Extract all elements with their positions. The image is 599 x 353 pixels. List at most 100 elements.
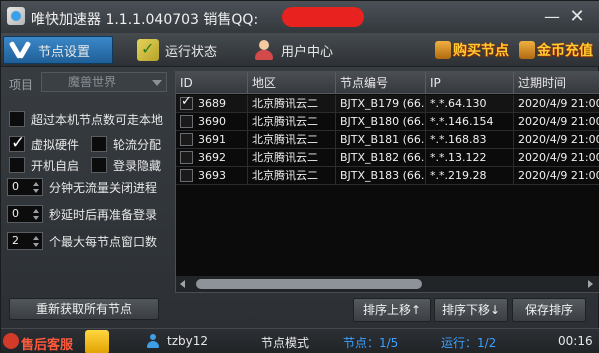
delay-login-value[interactable]: 0: [12, 207, 19, 220]
checkbox-box-checked[interactable]: [9, 133, 25, 153]
spin-down-icon[interactable]: [33, 189, 39, 193]
recharge-coins-button[interactable]: 金币充值: [519, 36, 599, 64]
cell-expiry: 2020/4/9 21:00: [514, 149, 599, 167]
table-row[interactable]: 3692 北京腾讯云二 BJTX_B182 (66... *.*.13.122 …: [176, 149, 599, 167]
table-row[interactable]: 3691 北京腾讯云二 BJTX_B181 (66... *.*.168.83 …: [176, 131, 599, 149]
user-icon: [253, 39, 275, 61]
tab-run-status-label: 运行状态: [165, 44, 218, 60]
title-bar[interactable]: 唯快加速器 1.1.1.040703 销售QQ: — ✕: [1, 1, 599, 33]
checkbox-box[interactable]: [9, 111, 25, 127]
delay-login-label: 秒延时后再准备登录: [49, 207, 158, 222]
scroll-left-icon[interactable]: [180, 280, 185, 288]
column-header-region[interactable]: 地区: [248, 72, 336, 94]
idle-close-value[interactable]: 0: [12, 180, 19, 193]
tab-node-settings[interactable]: 节点设置: [3, 36, 113, 64]
max-windows-value[interactable]: 2: [12, 234, 19, 247]
table-row[interactable]: 3689 北京腾讯云二 BJTX_B179 (66... *.*.64.130 …: [176, 94, 599, 113]
node-count: 节点：1/5: [343, 336, 399, 350]
cell-node: BJTX_B180 (66...: [336, 113, 426, 131]
checkbox-box[interactable]: [91, 157, 107, 173]
cell-id: 3692: [176, 149, 248, 167]
spin-up-icon[interactable]: [33, 236, 39, 240]
exceed-local-checkbox[interactable]: 超过本机节点数可走本地: [9, 110, 163, 128]
round-robin-label: 轮流分配: [113, 137, 162, 152]
minimize-button[interactable]: —: [542, 7, 562, 27]
table-body: 3689 北京腾讯云二 BJTX_B179 (66... *.*.64.130 …: [176, 94, 599, 185]
move-down-button[interactable]: 排序下移↓: [434, 298, 508, 322]
auto-start-checkbox[interactable]: 开机自启: [9, 156, 79, 174]
spin-down-icon[interactable]: [33, 216, 39, 220]
cell-ip: *.*.168.83: [426, 131, 514, 149]
save-order-button[interactable]: 保存排序: [512, 298, 586, 322]
idle-close-row: 0 分钟无流量关闭进程: [7, 178, 157, 196]
tools-icon: [10, 39, 32, 61]
cell-node: BJTX_B183 (66...: [336, 167, 426, 185]
checkbox-box[interactable]: [91, 136, 107, 152]
status-bar: 售后客服 tzby12 节点模式 节点：1/5 运行：1/2 00:16: [1, 328, 599, 353]
cell-region: 北京腾讯云二: [248, 113, 336, 131]
shop-icon: [435, 41, 451, 59]
tab-user-center[interactable]: 用户中心: [247, 36, 357, 64]
column-header-expiry[interactable]: 过期时间: [514, 72, 599, 94]
table-header: ID 地区 节点编号 IP 过期时间: [176, 72, 599, 94]
buy-nodes-button[interactable]: 购买节点: [435, 36, 517, 64]
spin-up-icon[interactable]: [33, 209, 39, 213]
cell-ip: *.*.146.154: [426, 113, 514, 131]
close-button[interactable]: ✕: [567, 7, 587, 27]
spin-up-icon[interactable]: [33, 182, 39, 186]
table-row[interactable]: 3690 北京腾讯云二 BJTX_B180 (66... *.*.146.154…: [176, 113, 599, 131]
tab-user-center-label: 用户中心: [281, 44, 334, 60]
cell-id: 3691: [176, 131, 248, 149]
window-title: 唯快加速器 1.1.1.040703 销售QQ:: [31, 12, 259, 28]
elapsed-time: 00:16: [558, 334, 593, 348]
coin-icon: [519, 41, 535, 59]
idle-close-spinner[interactable]: 0: [7, 178, 43, 196]
virtual-hardware-checkbox[interactable]: 虚拟硬件: [9, 133, 80, 153]
login-hide-label: 登录隐藏: [113, 158, 162, 173]
cell-region: 北京腾讯云二: [248, 167, 336, 185]
cell-id: 3689: [176, 95, 248, 113]
cell-expiry: 2020/4/9 21:00: [514, 113, 599, 131]
column-header-node[interactable]: 节点编号: [336, 72, 426, 94]
idle-close-label: 分钟无流量关闭进程: [49, 180, 158, 195]
cell-expiry: 2020/4/9 21:00: [514, 95, 599, 113]
project-select[interactable]: 魔兽世界: [41, 72, 167, 92]
checkbox-box[interactable]: [9, 157, 25, 173]
table-row[interactable]: 3693 北京腾讯云二 BJTX_B183 (66... *.*.219.28 …: [176, 167, 599, 185]
horizontal-scrollbar[interactable]: [176, 276, 599, 292]
user-icon: [147, 334, 159, 348]
cell-ip: *.*.219.28: [426, 167, 514, 185]
max-windows-row: 2 个最大每节点窗口数: [7, 232, 157, 250]
settings-panel: 项目 魔兽世界 超过本机节点数可走本地 虚拟硬件 轮流分配 开机自启 登录隐藏: [1, 68, 173, 326]
buy-nodes-label: 购买节点: [453, 43, 509, 59]
round-robin-checkbox[interactable]: 轮流分配: [91, 135, 161, 153]
tab-run-status[interactable]: 运行状态: [131, 36, 241, 64]
spin-down-icon[interactable]: [33, 243, 39, 247]
chevron-down-icon: [152, 80, 162, 86]
cell-region: 北京腾讯云二: [248, 95, 336, 113]
delay-login-spinner[interactable]: 0: [7, 205, 43, 223]
status-check-icon: [137, 39, 159, 61]
refresh-all-nodes-button[interactable]: 重新获取所有节点: [9, 298, 159, 320]
exceed-local-label: 超过本机节点数可走本地: [31, 112, 164, 127]
tab-node-settings-label: 节点设置: [38, 44, 91, 60]
main-toolbar: 节点设置 运行状态 用户中心 购买节点 金币充值: [1, 33, 599, 67]
column-header-ip[interactable]: IP: [426, 72, 514, 94]
cell-id: 3693: [176, 167, 248, 185]
cell-ip: *.*.64.130: [426, 95, 514, 113]
cell-ip: *.*.13.122: [426, 149, 514, 167]
max-windows-spinner[interactable]: 2: [7, 232, 43, 250]
cell-expiry: 2020/4/9 21:00: [514, 131, 599, 149]
virtual-hardware-label: 虚拟硬件: [31, 137, 80, 152]
customer-service-link[interactable]: 售后客服: [21, 334, 73, 353]
auto-start-label: 开机自启: [31, 158, 80, 173]
login-hide-checkbox[interactable]: 登录隐藏: [91, 156, 161, 174]
column-header-id[interactable]: ID: [176, 72, 248, 94]
customer-service-icon[interactable]: [3, 333, 19, 349]
scroll-right-icon[interactable]: [588, 280, 593, 288]
max-windows-label: 个最大每节点窗口数: [49, 234, 158, 249]
app-logo-icon: [7, 7, 25, 25]
move-up-button[interactable]: 排序上移↑: [353, 298, 431, 322]
qq-chat-icon[interactable]: [85, 330, 109, 353]
scrollbar-thumb[interactable]: [196, 279, 422, 289]
